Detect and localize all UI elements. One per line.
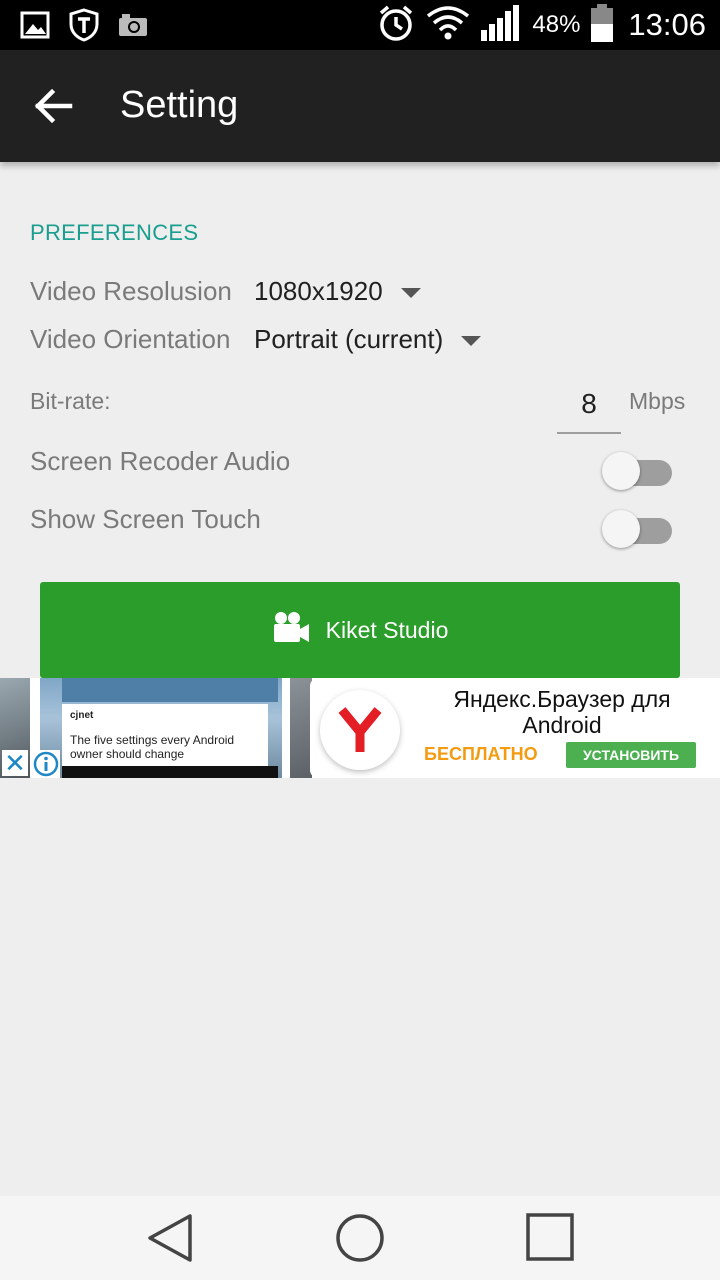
screen-recorder-audio-switch[interactable]	[602, 448, 674, 490]
video-orientation-spinner[interactable]: Portrait (current)	[254, 324, 482, 355]
bitrate-label: Bit-rate:	[30, 388, 111, 414]
back-triangle-icon	[148, 1214, 192, 1262]
nav-recents-button[interactable]	[522, 1212, 578, 1264]
preferences-header: PREFERENCES	[30, 220, 199, 245]
battery-icon	[590, 3, 614, 48]
show-screen-touch-label: Show Screen Touch	[30, 504, 261, 534]
dropdown-caret-icon	[400, 287, 421, 298]
home-circle-icon	[336, 1214, 384, 1262]
screen-recorder-audio-label: Screen Recoder Audio	[30, 446, 291, 476]
dropdown-caret-icon	[461, 335, 482, 346]
bitrate-unit: Mbps	[629, 388, 686, 414]
video-orientation-value: Portrait (current)	[254, 324, 444, 354]
switch-thumb	[602, 510, 640, 548]
video-orientation-label: Video Orientation	[30, 324, 231, 354]
nav-home-button[interactable]	[332, 1212, 388, 1264]
kiket-studio-label: Kiket Studio	[325, 616, 449, 643]
ad-install-button[interactable]: УСТАНОВИТЬ	[566, 742, 696, 768]
ad-info-icon[interactable]	[32, 750, 60, 778]
ad-close-icon[interactable]: ✕	[2, 750, 28, 776]
kiket-studio-button[interactable]: Kiket Studio	[40, 582, 680, 678]
article-card: cjnet The five settings every Android ow…	[62, 704, 268, 766]
nav-back-button[interactable]	[142, 1212, 198, 1264]
battery-percent: 48%	[532, 11, 581, 38]
clock: 13:06	[628, 7, 706, 42]
bitrate-input[interactable]	[557, 376, 621, 434]
show-screen-touch-switch[interactable]	[602, 506, 674, 548]
arrow-left-icon	[34, 88, 73, 124]
ad-image-mountain-2	[290, 678, 312, 778]
ad-price: БЕСПЛАТНО	[424, 744, 538, 764]
image-icon	[20, 10, 50, 45]
wifi-icon	[426, 5, 470, 45]
app-bar: Setting	[0, 50, 720, 162]
video-resolution-value: 1080x1920	[254, 276, 383, 306]
video-resolution-label: Video Resolusion	[30, 276, 232, 306]
shield-t-icon	[68, 8, 100, 47]
camera-icon	[118, 12, 148, 43]
alarm-icon	[376, 3, 416, 48]
ad-image-phone-screenshot: cjnet The five settings every Android ow…	[40, 678, 282, 778]
phone-toolbar	[62, 678, 278, 702]
article-brand: cjnet	[70, 710, 94, 721]
phone-navbar	[62, 766, 278, 778]
switch-thumb	[602, 452, 640, 490]
page-title: Setting	[120, 84, 239, 126]
status-bar: 48% 13:06	[0, 0, 720, 50]
signal-icon	[480, 4, 522, 47]
ad-title: Яндекс.Браузер для Android	[453, 686, 671, 738]
back-button[interactable]	[28, 80, 84, 132]
system-nav-bar	[0, 1196, 720, 1280]
article-text: The five settings every Android owner sh…	[70, 733, 235, 761]
video-resolution-spinner[interactable]: 1080x1920	[254, 276, 421, 307]
recents-square-icon	[526, 1213, 574, 1261]
yandex-logo	[310, 678, 410, 778]
video-camera-icon	[272, 610, 310, 650]
